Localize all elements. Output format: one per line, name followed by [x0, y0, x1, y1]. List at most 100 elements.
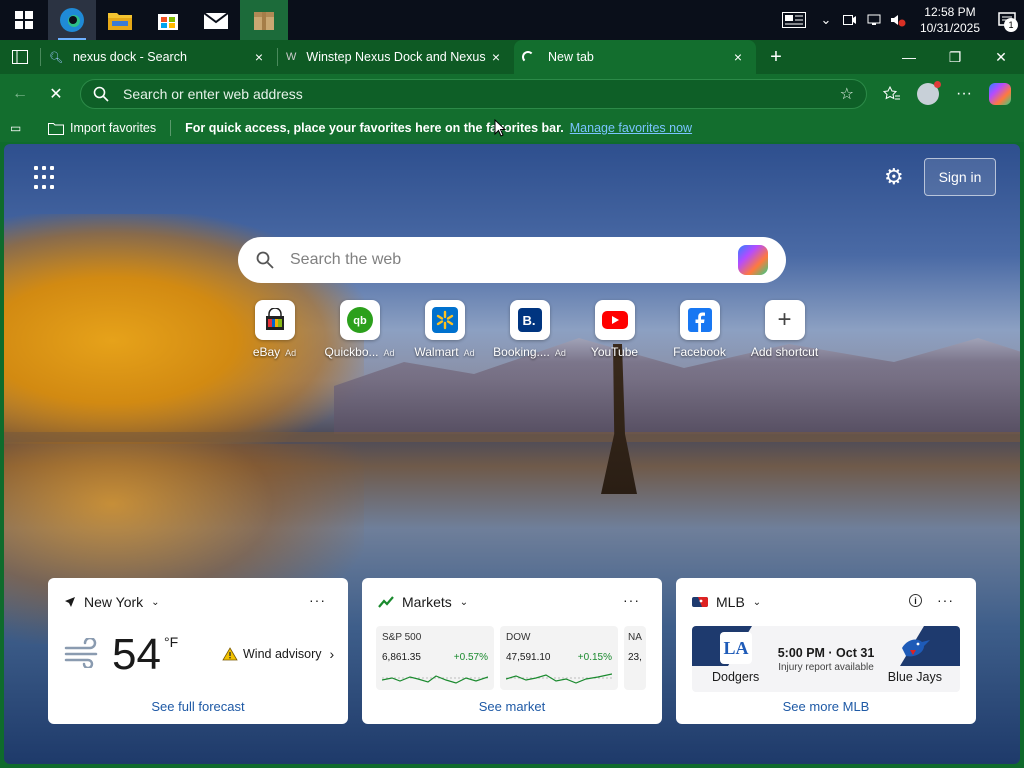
booking-icon: B. [509, 300, 550, 340]
shortcut-ebay[interactable]: eBay Ad [232, 300, 317, 359]
see-more-mlb-link[interactable]: See more MLB [676, 699, 976, 714]
game-time: 5:00 PM · Oct 31 [777, 646, 875, 660]
markets-card[interactable]: Markets ⌄ ··· S&P 500 6,861.35 +0.57% DOW… [362, 578, 662, 724]
close-tab-icon[interactable]: × [249, 49, 269, 65]
system-tray: ⌄ 12:58 PM 10/31/2025 1 [774, 0, 1024, 40]
minimize-button[interactable]: — [886, 40, 932, 74]
notification-center-button[interactable]: 1 [990, 0, 1024, 40]
mlb-more-button[interactable]: ··· [937, 592, 954, 608]
ticker-dow[interactable]: DOW 47,591.10 +0.15% [500, 626, 618, 690]
taskbar-file-explorer[interactable] [96, 0, 144, 40]
weather-location: New York [84, 594, 144, 610]
plus-icon: + [764, 300, 805, 340]
volume-muted-icon[interactable] [886, 0, 910, 40]
shortcut-walmart[interactable]: Walmart Ad [402, 300, 487, 359]
app-launcher-button[interactable] [34, 166, 58, 190]
walmart-icon [424, 300, 465, 340]
away-team: Blue Jays [887, 670, 942, 684]
more-options-button[interactable]: ··· [946, 78, 982, 110]
close-tab-icon[interactable]: × [486, 49, 506, 65]
copilot-icon[interactable] [738, 245, 768, 275]
meet-icon[interactable] [838, 0, 862, 40]
shortcut-add[interactable]: + Add shortcut [742, 300, 827, 359]
stop-loading-button[interactable]: ✕ [38, 78, 74, 110]
restore-button[interactable]: ❐ [932, 40, 978, 74]
see-full-forecast-link[interactable]: See full forecast [48, 699, 348, 714]
manage-favorites-link[interactable]: Manage favorites now [570, 121, 692, 135]
taskbar-store[interactable] [144, 0, 192, 40]
toolbar-right: ··· [874, 74, 1018, 114]
sign-in-button[interactable]: Sign in [924, 158, 996, 196]
copilot-button[interactable] [982, 78, 1018, 110]
taskbar-mail[interactable] [192, 0, 240, 40]
sparkline [382, 675, 488, 684]
shortcut-label: Walmart [414, 345, 459, 359]
tab-winstep[interactable]: W Winstep Nexus Dock and Nexus Ult × [278, 40, 514, 74]
ticker-nasdaq[interactable]: NA 23, [624, 626, 646, 690]
weather-location-picker[interactable]: New York ⌄ [64, 594, 160, 610]
windows-start-button[interactable] [0, 0, 48, 40]
close-window-button[interactable]: ✕ [978, 40, 1024, 74]
markets-header[interactable]: Markets ⌄ [378, 594, 468, 610]
favorites-bar: ▭ Import favorites For quick access, pla… [0, 114, 1024, 142]
mail-icon [204, 12, 228, 29]
ticker-name: NA [628, 632, 642, 643]
shortcut-quickbooks[interactable]: qb Quickbo... Ad [317, 300, 402, 359]
shortcut-label: YouTube [590, 345, 639, 359]
favorites-button[interactable] [874, 78, 910, 110]
shortcut-facebook[interactable]: Facebook [657, 300, 742, 359]
avatar [917, 81, 941, 105]
profile-button[interactable] [910, 78, 946, 110]
weather-card[interactable]: New York ⌄ ··· 54 °F Wind advisory › See… [48, 578, 348, 724]
mlb-card[interactable]: MLB ⌄ i ··· LA 5:00 PM · Oct 31 Injury r… [676, 578, 976, 724]
notification-badge: 1 [1004, 18, 1018, 32]
facebook-icon [679, 300, 720, 340]
window-controls: — ❐ ✕ [886, 40, 1024, 74]
store-icon [158, 14, 178, 30]
youtube-icon [594, 300, 635, 340]
tab-search[interactable]: 🔍︎ nexus dock - Search × [41, 40, 277, 74]
import-favorites-button[interactable]: Import favorites [48, 121, 156, 135]
weather-temperature: 54 [112, 630, 161, 679]
tab-title: New tab [548, 50, 594, 64]
mlb-game[interactable]: LA 5:00 PM · Oct 31 Injury report availa… [692, 626, 960, 692]
clock[interactable]: 12:58 PM 10/31/2025 [910, 4, 990, 36]
shortcut-label: Add shortcut [750, 345, 819, 359]
taskbar-package-app[interactable] [240, 0, 288, 40]
web-search-box[interactable]: Search the web [238, 237, 786, 283]
taskbar: ⌄ 12:58 PM 10/31/2025 1 [0, 0, 1024, 40]
chevron-up-icon[interactable]: ⌄ [814, 0, 838, 40]
new-tab-button[interactable]: + [756, 41, 796, 73]
shortcut-booking[interactable]: B. Booking.... Ad [487, 300, 572, 359]
markets-more-button[interactable]: ··· [623, 592, 640, 608]
weather-more-button[interactable]: ··· [309, 592, 326, 608]
weather-alert-label: Wind advisory [243, 647, 322, 661]
tab-new-tab[interactable]: New tab × [514, 40, 756, 74]
tab-title: Winstep Nexus Dock and Nexus Ult [306, 50, 486, 64]
favorites-bar-toggle-icon[interactable]: ▭ [10, 121, 21, 135]
weather-alert[interactable]: Wind advisory › [222, 646, 334, 662]
chevron-down-icon: ⌄ [752, 596, 762, 608]
address-bar[interactable]: Search or enter web address ☆ [80, 79, 867, 109]
ticker-value: 6,861.35 [382, 652, 421, 663]
see-market-link[interactable]: See market [362, 699, 662, 714]
ad-label: Ad [554, 348, 566, 358]
quick-links: eBay Ad qb Quickbo... Ad Walmart Ad B. Book… [232, 300, 827, 359]
navigation-bar: ← ✕ Search or enter web address ☆ ··· [0, 74, 1024, 114]
news-icon[interactable] [774, 0, 814, 40]
mlb-header[interactable]: MLB ⌄ [692, 594, 761, 610]
taskbar-edge[interactable] [48, 0, 96, 40]
close-tab-icon[interactable]: × [728, 49, 748, 65]
tab-actions-button[interactable] [0, 41, 40, 73]
favorites-icon [883, 86, 900, 100]
info-icon[interactable]: i [909, 594, 922, 607]
divider [170, 120, 172, 136]
network-icon[interactable] [862, 0, 886, 40]
gear-icon[interactable]: ⚙ [884, 164, 904, 190]
mlb-logo-icon [692, 597, 708, 607]
back-button[interactable]: ← [2, 78, 38, 110]
favorite-star-icon[interactable]: ☆ [840, 84, 854, 104]
shortcut-youtube[interactable]: YouTube [572, 300, 657, 359]
tab-actions-icon [12, 50, 28, 64]
ticker-sp500[interactable]: S&P 500 6,861.35 +0.57% [376, 626, 494, 690]
